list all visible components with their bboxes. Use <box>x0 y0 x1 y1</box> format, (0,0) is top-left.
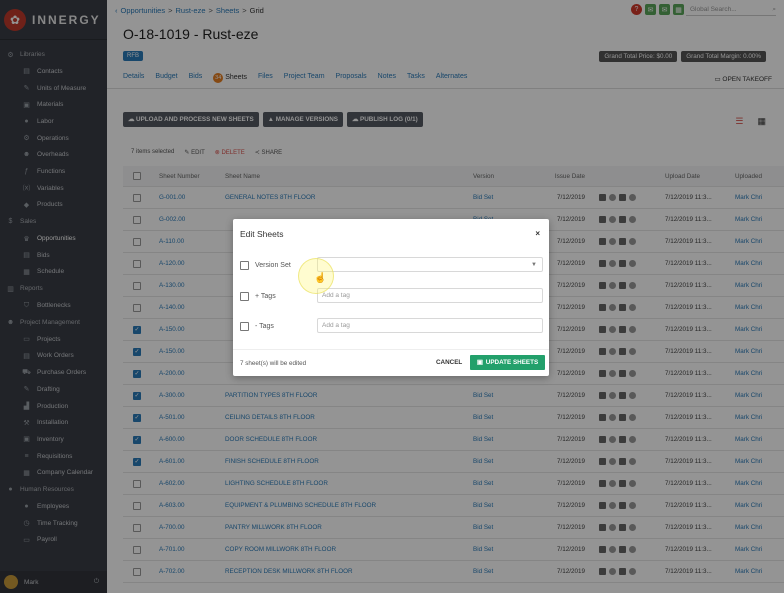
add-tags-row: + Tags <box>240 292 276 301</box>
save-icon: ▣ <box>476 359 483 366</box>
update-sheets-button[interactable]: ▣ UPDATE SHEETS <box>470 355 545 370</box>
remove-tags-placeholder: Add a tag <box>322 322 350 329</box>
add-tags-checkbox[interactable] <box>240 292 249 301</box>
add-tags-placeholder: Add a tag <box>322 292 350 299</box>
add-tags-label: + Tags <box>255 293 276 300</box>
chevron-down-icon: ▼ <box>531 261 537 268</box>
version-set-checkbox[interactable] <box>240 261 249 270</box>
update-sheets-label: UPDATE SHEETS <box>485 359 539 366</box>
remove-tags-label: - Tags <box>255 323 274 330</box>
cancel-button[interactable]: CANCEL <box>436 359 462 366</box>
version-set-row: Version Set <box>240 261 291 270</box>
remove-tags-checkbox[interactable] <box>240 322 249 331</box>
remove-tags-row: - Tags <box>240 322 274 331</box>
remove-tags-input[interactable]: Add a tag <box>317 318 543 333</box>
cursor-hand-icon: ☝ <box>314 273 327 284</box>
edit-sheets-modal: Edit Sheets × Version Set ▼ + Tags Add a… <box>233 219 549 376</box>
modal-footer-divider <box>233 349 549 350</box>
modal-title: Edit Sheets <box>240 229 284 239</box>
close-icon[interactable]: × <box>535 229 540 238</box>
add-tags-input[interactable]: Add a tag <box>317 288 543 303</box>
version-set-label: Version Set <box>255 262 291 269</box>
version-set-select[interactable]: ▼ <box>317 257 543 272</box>
edited-count-text: 7 sheet(s) will be edited <box>240 360 307 367</box>
